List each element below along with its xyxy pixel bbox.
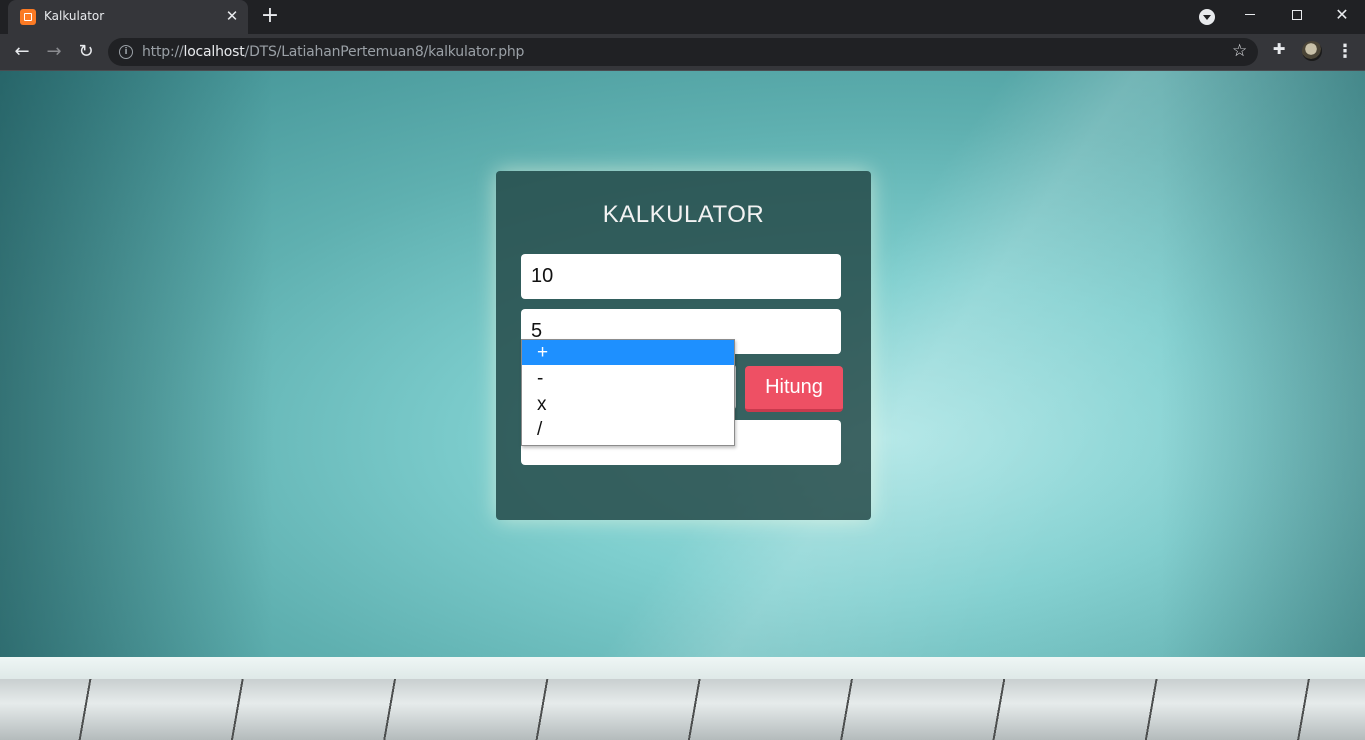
back-icon[interactable]: ← [10,40,34,64]
star-icon[interactable]: ☆ [1232,41,1247,61]
wood-floor [0,679,1365,740]
address-bar[interactable]: i http://localhost/DTS/LatiahanPertemuan… [108,38,1258,66]
first-number-input[interactable]: 10 [521,254,841,299]
info-icon[interactable]: i [119,45,133,59]
minimize-icon[interactable] [1227,0,1273,30]
operator-option-plus[interactable]: + [522,340,734,365]
operator-option-minus[interactable]: - [522,366,734,391]
browser-tab[interactable]: Kalkulator ✕ [8,0,248,34]
operator-dropdown-list: + - x / [521,339,735,446]
tab-title: Kalkulator [44,9,105,23]
avatar[interactable] [1302,41,1322,61]
extensions-icon[interactable]: ✚ [1271,41,1287,57]
close-icon[interactable]: ✕ [1319,0,1365,30]
more-menu-icon[interactable]: ⋮ [1336,40,1354,64]
operator-option-divide[interactable]: / [522,417,734,442]
url-text[interactable]: http://localhost/DTS/LatiahanPertemuan8/… [142,44,524,60]
url-scheme: http:// [142,44,184,60]
restore-icon[interactable] [1273,0,1319,30]
tab-strip: Kalkulator ✕ + ✕ [0,0,1365,34]
tab-search-icon[interactable] [1199,9,1215,25]
reload-icon[interactable]: ↻ [74,40,98,64]
tab-close-icon[interactable]: ✕ [224,8,240,24]
page-title: KALKULATOR [602,201,765,228]
new-tab-button[interactable]: + [259,5,281,28]
xampp-icon [20,9,36,25]
forward-icon[interactable]: → [42,40,66,64]
operator-option-multiply[interactable]: x [522,392,734,417]
browser-toolbar: ← → ↻ i http://localhost/DTS/LatiahanPer… [0,34,1365,71]
url-path: /DTS/LatiahanPertemuan8/kalkulator.php [244,44,525,60]
url-host: localhost [183,44,245,60]
hitung-button[interactable]: Hitung [745,366,843,412]
baseboard [0,657,1365,679]
